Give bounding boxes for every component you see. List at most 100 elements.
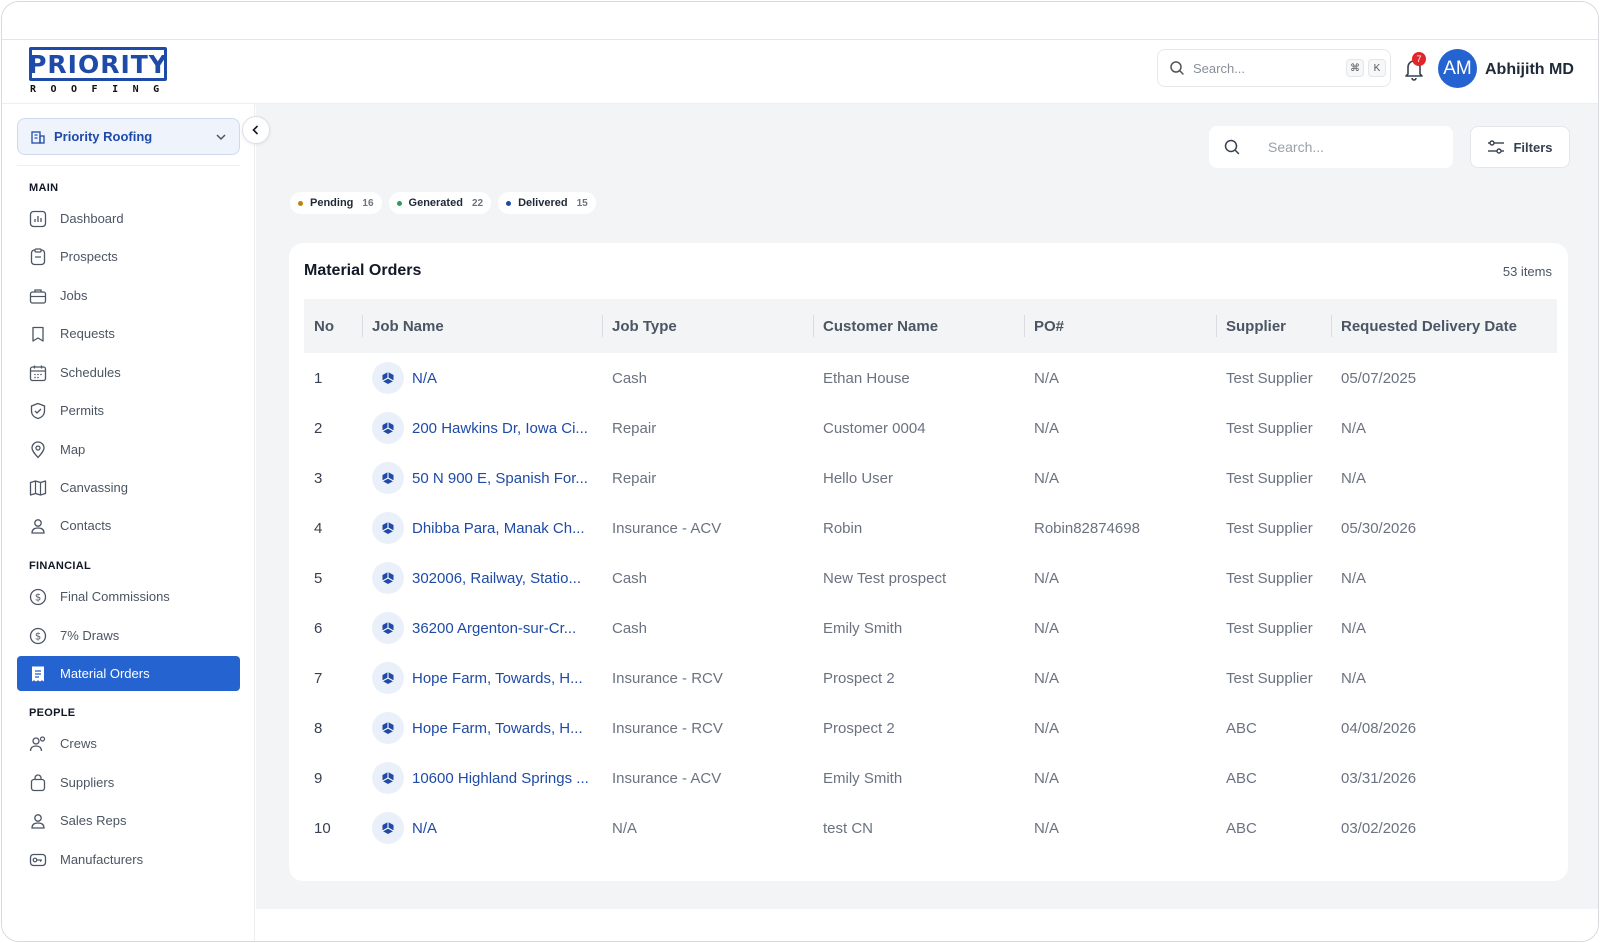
chip-generated[interactable]: Generated 22	[388, 192, 492, 214]
table-row[interactable]: 9 10600 Highland Springs ... Insurance - A…	[304, 753, 1557, 803]
cell-po: N/A	[1034, 419, 1060, 437]
sidebar-item-dashboard[interactable]: Dashboard	[17, 201, 240, 236]
sidebar-item-map[interactable]: Map	[17, 432, 240, 467]
column-header-requested-delivery-date[interactable]: Requested Delivery Date	[1331, 299, 1557, 353]
user-name[interactable]: Abhijith MD	[1485, 61, 1574, 79]
table-row[interactable]: 1 N/A Cash Ethan House N/A Test Supplier 05/07…	[304, 353, 1557, 403]
sidebar-item-material-orders[interactable]: Material Orders	[17, 656, 240, 691]
notification-badge: 7	[1412, 52, 1426, 66]
cell-job-name[interactable]: 50 N 900 E, Spanish For...	[362, 453, 602, 503]
table-row[interactable]: 5 302006, Railway, Statio... Cash New Test …	[304, 553, 1557, 603]
job-link[interactable]: N/A	[372, 362, 602, 394]
receipt-icon	[29, 665, 47, 683]
job-link[interactable]: 50 N 900 E, Spanish For...	[372, 462, 602, 494]
sidebar-item-requests[interactable]: Requests	[17, 316, 240, 351]
cell-job-name[interactable]: N/A	[362, 353, 602, 403]
table-row[interactable]: 7 Hope Farm, Towards, H... Insurance - RCV…	[304, 653, 1557, 703]
sidebar-item-sales-reps[interactable]: Sales Reps	[17, 803, 240, 838]
logo-wordmark: PRIORITY	[28, 47, 167, 81]
sidebar-item-final-commissions[interactable]: $ Final Commissions	[17, 579, 240, 614]
job-name-text: Dhibba Para, Manak Ch...	[412, 519, 585, 537]
sidebar-item-prospects[interactable]: Prospects	[17, 239, 240, 274]
search-placeholder: Search...	[1268, 139, 1325, 155]
column-header-customer-name[interactable]: Customer Name	[813, 299, 1024, 353]
job-type-icon	[372, 812, 404, 844]
column-header-po[interactable]: PO#	[1024, 299, 1216, 353]
priority-roofing-logo[interactable]: PRIORITY ROOFING	[28, 47, 171, 99]
cell-po: Robin82874698	[1034, 519, 1140, 537]
avatar[interactable]: AM	[1438, 49, 1477, 88]
table-row[interactable]: 3 50 N 900 E, Spanish For... Repair Hello U…	[304, 453, 1557, 503]
sidebar-item-schedules[interactable]: Schedules	[17, 355, 240, 390]
cell-requested-delivery-date: N/A	[1341, 669, 1367, 687]
cell-job-name[interactable]: N/A	[362, 803, 602, 853]
cell-requested-delivery-date: 03/02/2026	[1341, 819, 1417, 837]
card-title: Material Orders	[304, 262, 422, 279]
table-header-row: No Job Name Job Type Customer Name PO# S…	[304, 299, 1557, 353]
cell-customer-name: Robin	[823, 519, 863, 537]
job-link[interactable]: 302006, Railway, Statio...	[372, 562, 602, 594]
collapse-sidebar-button[interactable]	[242, 116, 270, 144]
chip-delivered[interactable]: Delivered 15	[498, 192, 596, 214]
search-placeholder: Search...	[1193, 60, 1246, 76]
cell-job-type: Cash	[612, 569, 648, 587]
job-link[interactable]: Hope Farm, Towards, H...	[372, 662, 602, 694]
briefcase-icon	[29, 287, 47, 305]
table-row[interactable]: 4 Dhibba Para, Manak Ch... Insurance - ACV…	[304, 503, 1557, 553]
sidebar-item-label: Prospects	[60, 249, 118, 264]
table-row[interactable]: 8 Hope Farm, Towards, H... Insurance - RCV…	[304, 703, 1557, 753]
app-window: PRIORITY ROOFING Search... ⌘ K 7 AM Abhi…	[1, 1, 1599, 942]
column-header-job-name[interactable]: Job Name	[362, 299, 602, 353]
chip-pending[interactable]: Pending 16	[290, 192, 382, 214]
section-title-people: PEOPLE	[29, 707, 76, 719]
sidebar-item-label: Dashboard	[60, 211, 124, 226]
table-row[interactable]: 2 200 Hawkins Dr, Iowa Ci... Repair Custome…	[304, 403, 1557, 453]
job-link[interactable]: 200 Hawkins Dr, Iowa Ci...	[372, 412, 602, 444]
chip-count: 22	[471, 197, 484, 209]
sidebar-item-crews[interactable]: Crews	[17, 726, 240, 761]
cell-po: N/A	[1034, 369, 1060, 387]
table-row[interactable]: 10 N/A N/A test CN N/A ABC 03/02/2026	[304, 803, 1557, 853]
cell-requested-delivery-date: N/A	[1341, 469, 1367, 487]
cell-po: N/A	[1034, 669, 1060, 687]
cell-requested-delivery-date: 03/31/2026	[1341, 769, 1417, 787]
job-link[interactable]: Dhibba Para, Manak Ch...	[372, 512, 602, 544]
cell-job-name[interactable]: 36200 Argenton-sur-Cr...	[362, 603, 602, 653]
sidebar-item-contacts[interactable]: Contacts	[17, 508, 240, 543]
table-row[interactable]: 6 36200 Argenton-sur-Cr... Cash Emily Smith…	[304, 603, 1557, 653]
orders-search-input[interactable]: Search...	[1209, 126, 1453, 168]
cell-job-name[interactable]: 10600 Highland Springs ...	[362, 753, 602, 803]
job-link[interactable]: N/A	[372, 812, 602, 844]
shortcut-k-key: K	[1368, 59, 1386, 77]
sidebar-item-jobs[interactable]: Jobs	[17, 278, 240, 313]
sidebar-item-permits[interactable]: Permits	[17, 393, 240, 428]
sidebar-item-suppliers[interactable]: Suppliers	[17, 765, 240, 800]
job-name-text: 50 N 900 E, Spanish For...	[412, 469, 588, 487]
job-link[interactable]: 10600 Highland Springs ...	[372, 762, 602, 794]
job-name-text: Hope Farm, Towards, H...	[412, 669, 583, 687]
job-link[interactable]: 36200 Argenton-sur-Cr...	[372, 612, 602, 644]
job-name-text: 10600 Highland Springs ...	[412, 769, 589, 787]
sidebar-item-draws[interactable]: $ 7% Draws	[17, 618, 240, 653]
cell-customer-name: Hello User	[823, 469, 894, 487]
calendar-icon	[29, 364, 47, 382]
sidebar-item-manufacturers[interactable]: Manufacturers	[17, 842, 240, 877]
cell-job-name[interactable]: 200 Hawkins Dr, Iowa Ci...	[362, 403, 602, 453]
filters-button[interactable]: Filters	[1470, 126, 1570, 168]
cell-job-name[interactable]: Dhibba Para, Manak Ch...	[362, 503, 602, 553]
sidebar-divider	[17, 165, 240, 166]
browser-top-bar	[2, 2, 1598, 40]
sidebar-item-canvassing[interactable]: Canvassing	[17, 470, 240, 505]
cell-supplier: Test Supplier	[1226, 669, 1313, 687]
cell-customer-name: test CN	[823, 819, 874, 837]
column-header-supplier[interactable]: Supplier	[1216, 299, 1331, 353]
organization-select[interactable]: Priority Roofing	[17, 118, 240, 155]
column-header-no[interactable]: No	[304, 299, 362, 353]
cell-job-name[interactable]: 302006, Railway, Statio...	[362, 553, 602, 603]
cell-job-name[interactable]: Hope Farm, Towards, H...	[362, 653, 602, 703]
job-link[interactable]: Hope Farm, Towards, H...	[372, 712, 602, 744]
global-search-input[interactable]: Search... ⌘ K	[1157, 49, 1391, 87]
cell-job-name[interactable]: Hope Farm, Towards, H...	[362, 703, 602, 753]
job-type-icon	[372, 362, 404, 394]
column-header-job-type[interactable]: Job Type	[602, 299, 813, 353]
